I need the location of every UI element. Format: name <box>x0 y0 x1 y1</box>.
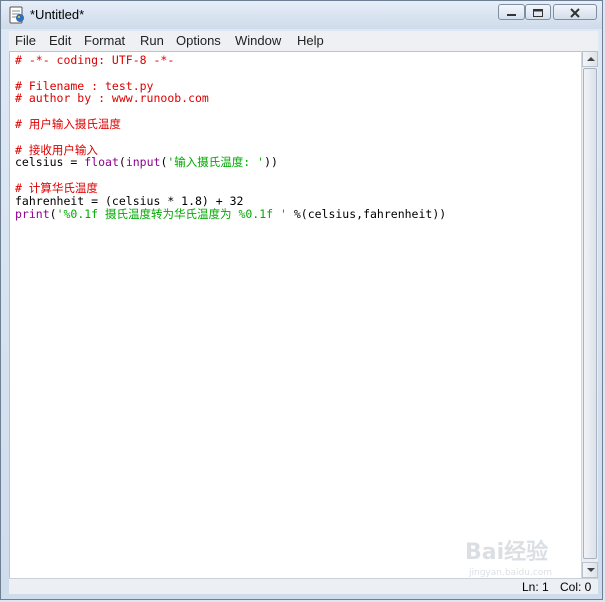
maximize-icon <box>533 9 543 17</box>
title-bar[interactable]: *Untitled* <box>1 1 602 29</box>
code-token: print <box>15 206 50 221</box>
code-line: print('%0.1f 摄氏温度转为华氏温度为 %0.1f ' %(celsi… <box>15 206 447 221</box>
code-token: '%0.1f 摄氏温度转为华氏温度为 %0.1f ' <box>56 206 287 221</box>
code-line: # 用户输入摄氏温度 <box>15 118 446 131</box>
code-token: %(celsius,fahrenheit)) <box>286 206 447 221</box>
code-token: # 用户输入摄氏温度 <box>15 116 121 131</box>
code-line: # -*- coding: UTF-8 -*- <box>15 54 446 67</box>
arrow-down-icon <box>587 568 595 572</box>
code-token: '输入摄氏温度: ' <box>167 155 265 170</box>
menu-file[interactable]: File <box>15 33 36 48</box>
code-token: ( <box>118 155 126 170</box>
code-token: celsius = <box>15 155 85 170</box>
maximize-button[interactable] <box>525 4 551 20</box>
code-line: # author by : www.runoob.com <box>15 92 446 105</box>
menu-options[interactable]: Options <box>176 33 221 48</box>
menu-format[interactable]: Format <box>84 33 125 48</box>
minimize-button[interactable] <box>498 4 525 20</box>
scroll-thumb[interactable] <box>583 68 597 559</box>
menu-run[interactable]: Run <box>140 33 164 48</box>
vertical-scrollbar[interactable] <box>581 51 598 578</box>
code-text: # -*- coding: UTF-8 -*- # Filename : tes… <box>15 54 446 220</box>
scroll-up-button[interactable] <box>582 51 598 67</box>
window-title: *Untitled* <box>30 7 85 22</box>
column-number-status: Col: 0 <box>560 580 592 594</box>
code-token: # -*- coding: UTF-8 -*- <box>15 53 175 67</box>
close-button[interactable] <box>553 4 597 20</box>
code-token: # author by : www.runoob.com <box>15 91 209 106</box>
code-line: celsius = float(input('输入摄氏温度: ')) <box>15 156 446 169</box>
menu-window[interactable]: Window <box>235 33 281 48</box>
close-icon <box>570 8 580 18</box>
minimize-icon <box>507 14 516 16</box>
code-token: )) <box>264 155 278 170</box>
code-token: float <box>84 155 119 170</box>
idle-editor-window: *Untitled* File Edit Format Run Options … <box>0 0 603 600</box>
menu-help[interactable]: Help <box>297 33 324 48</box>
code-editor[interactable]: # -*- coding: UTF-8 -*- # Filename : tes… <box>9 51 581 578</box>
menu-bar: File Edit Format Run Options Window Help <box>9 31 598 51</box>
python-idle-icon <box>9 6 24 24</box>
code-token: ( <box>49 206 57 221</box>
menu-edit[interactable]: Edit <box>49 33 71 48</box>
scroll-down-button[interactable] <box>582 562 598 578</box>
arrow-up-icon <box>587 57 595 61</box>
code-token: input <box>125 155 161 170</box>
status-bar: Ln: 1 Col: 0 <box>9 578 598 594</box>
line-number-status: Ln: 1 <box>522 580 549 594</box>
